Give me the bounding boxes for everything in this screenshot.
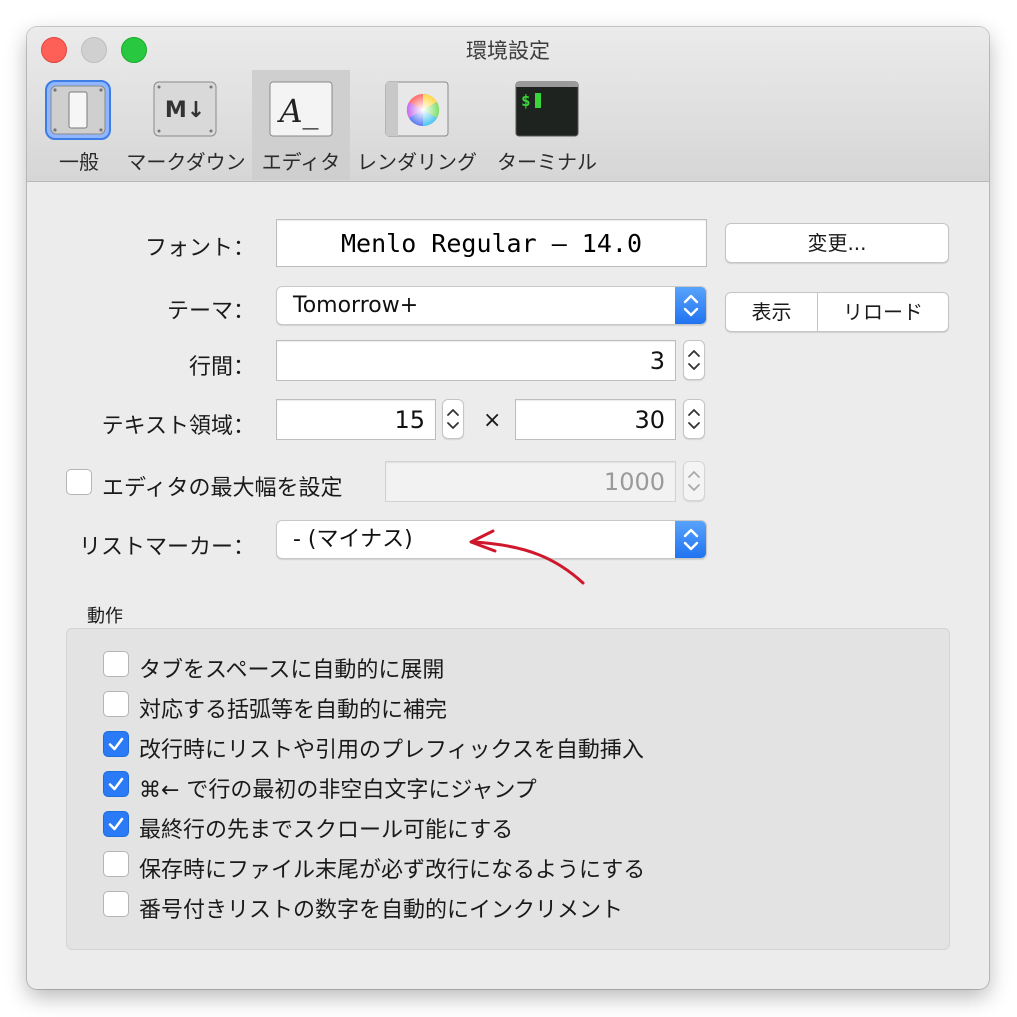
text-area-width-stepper[interactable] — [442, 399, 464, 439]
tab-general[interactable]: 一般 — [33, 70, 125, 180]
tab-markdown-label: マークダウン — [126, 150, 246, 174]
option-checkbox-auto-pair[interactable] — [103, 691, 129, 717]
annotation-arrow-icon — [469, 529, 585, 585]
theme-popup[interactable]: Tomorrow+ — [276, 286, 707, 325]
tab-rendering[interactable]: レンダリング — [353, 70, 481, 180]
checkmark-icon — [108, 777, 124, 791]
tab-rendering-label: レンダリング — [357, 150, 477, 174]
option-checkbox-scroll-past-end[interactable] — [103, 811, 129, 837]
option-checkbox-increment-list[interactable] — [103, 891, 129, 917]
markdown-icon-text: M↓ — [165, 98, 205, 123]
option-label-scroll-past-end: 最終行の先までスクロール可能にする — [139, 818, 514, 843]
list-marker-value: - (マイナス) — [293, 527, 413, 552]
theme-label: テーマ： — [166, 299, 255, 324]
max-width-label: エディタの最大幅を設定 — [102, 476, 343, 501]
tab-editor[interactable]: A_ エディタ — [252, 70, 350, 180]
markdown-icon: M↓ — [153, 80, 217, 138]
titlebar: 環境設定 一般 M↓ マークダウン A_ エディタ レンダリング $ ターミナル — [27, 27, 989, 182]
text-area-height-field[interactable]: 30 — [515, 399, 676, 440]
terminal-icon-text: $ — [521, 91, 531, 110]
terminal-icon: $ — [515, 80, 579, 138]
font-label: フォント： — [144, 236, 255, 261]
show-theme-button[interactable]: 表示 — [726, 293, 818, 331]
option-checkbox-trailing-newline[interactable] — [103, 851, 129, 877]
option-label-auto-pair: 対応する括弧等を自動的に補完 — [139, 698, 448, 723]
max-width-stepper[interactable] — [683, 461, 705, 501]
stepper-arrows-icon — [688, 350, 700, 370]
tab-general-label: 一般 — [59, 150, 99, 174]
tab-editor-label: エディタ — [261, 150, 341, 174]
tab-terminal-label: ターミナル — [497, 150, 597, 174]
chevron-up-down-icon — [675, 287, 706, 324]
option-label-expand-tabs: タブをスペースに自動的に展開 — [139, 658, 445, 683]
change-font-button[interactable]: 変更... — [725, 223, 949, 263]
behavior-title: 動作 — [87, 606, 123, 627]
reload-theme-button[interactable]: リロード — [818, 293, 948, 331]
option-label-auto-prefix: 改行時にリストや引用のプレフィックスを自動挿入 — [139, 738, 644, 763]
option-label-trailing-newline: 保存時にファイル末尾が必ず改行になるようにする — [139, 858, 646, 883]
stepper-arrows-icon — [447, 409, 459, 429]
editor-icon-text: A_ — [276, 92, 318, 130]
text-area-width-field[interactable]: 15 — [276, 399, 436, 440]
checkmark-icon — [108, 737, 124, 751]
switch-icon — [45, 80, 111, 140]
line-spacing-field[interactable]: 3 — [276, 340, 676, 381]
preferences-window: 環境設定 一般 M↓ マークダウン A_ エディタ レンダリング $ ターミナル… — [27, 27, 989, 989]
max-width-checkbox[interactable] — [66, 469, 92, 495]
stepper-arrows-icon — [688, 409, 700, 429]
text-area-label: テキスト領域： — [101, 414, 255, 439]
option-label-increment-list: 番号付きリストの数字を自動的にインクリメント — [139, 898, 624, 923]
option-checkbox-expand-tabs[interactable] — [103, 651, 129, 677]
chevron-up-down-icon — [675, 521, 706, 558]
window-title: 環境設定 — [466, 39, 550, 63]
max-width-field[interactable]: 1000 — [385, 461, 676, 502]
color-wheel-icon — [385, 80, 449, 138]
stepper-arrows-icon — [688, 471, 700, 491]
option-checkbox-smart-home[interactable] — [103, 771, 129, 797]
times-sign: × — [483, 408, 502, 433]
list-marker-label: リストマーカー： — [78, 535, 255, 560]
checkmark-icon — [108, 817, 124, 831]
theme-segmented-control: 表示 リロード — [725, 292, 949, 332]
tab-markdown[interactable]: M↓ マークダウン — [123, 70, 249, 180]
option-label-smart-home: ⌘← で行の最初の非空白文字にジャンプ — [139, 778, 537, 803]
line-spacing-label: 行間： — [188, 355, 255, 380]
tab-terminal[interactable]: $ ターミナル — [483, 70, 611, 180]
option-checkbox-auto-prefix[interactable] — [103, 731, 129, 757]
editor-icon: A_ — [269, 80, 333, 138]
theme-value: Tomorrow+ — [293, 293, 419, 318]
text-area-height-stepper[interactable] — [683, 399, 705, 439]
line-spacing-stepper[interactable] — [683, 340, 705, 380]
font-display-field: Menlo Regular – 14.0 — [276, 219, 707, 267]
